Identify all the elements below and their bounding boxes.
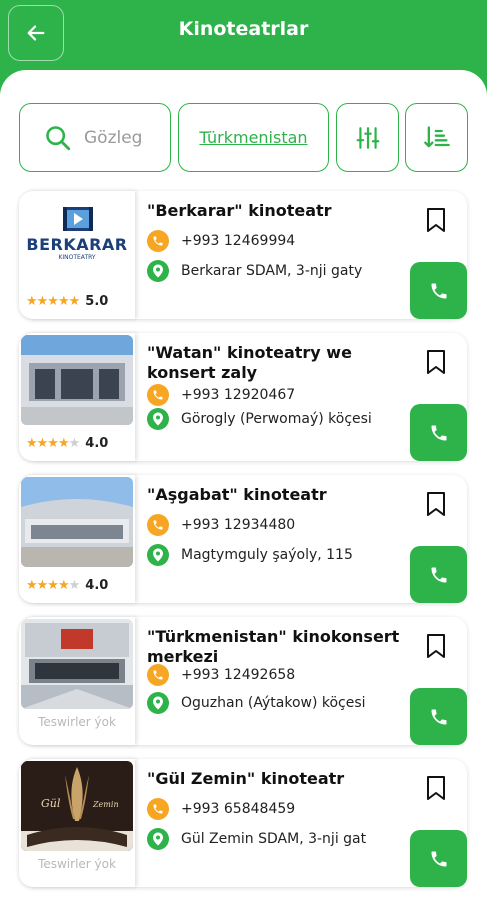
cinema-image	[21, 335, 133, 425]
address: Berkarar SDAM, 3-nji gaty	[181, 263, 363, 279]
phone-row: +993 12469994	[147, 230, 393, 252]
country-label: Türkmenistan	[199, 128, 308, 147]
cinema-card[interactable]: ★★★★ ★ 4.0 "Watan" kinoteatry we konsert …	[19, 333, 467, 461]
bookmark-icon[interactable]	[425, 349, 447, 375]
location-pin-icon	[147, 408, 169, 430]
cinema-card[interactable]: BERKARAR KINOTEATRY ★★★★★ 5.0 "Berkarar"…	[19, 191, 467, 319]
phone-icon	[147, 384, 169, 406]
phone-icon	[431, 851, 446, 866]
search-input[interactable]: Gözleg	[19, 103, 171, 172]
no-reviews-note: Teswirler ýok	[38, 857, 116, 871]
star-icon: ★★★★	[26, 578, 70, 593]
cinema-image	[21, 619, 133, 709]
search-placeholder: Gözleg	[84, 127, 143, 148]
address: Gül Zemin SDAM, 3-nji gat	[181, 831, 367, 847]
call-button[interactable]	[410, 546, 467, 603]
berkarar-logo-subtext: KINOTEATRY	[58, 254, 96, 261]
phone-row: +993 65848459	[147, 798, 393, 820]
star-empty-icon: ★	[68, 436, 81, 451]
phone-icon	[147, 514, 169, 536]
country-selector[interactable]: Türkmenistan	[178, 103, 329, 172]
cinema-thumbnail: ★★★★ ★ 4.0	[19, 333, 135, 461]
call-button[interactable]	[410, 688, 467, 745]
address-row: Magtymguly şaýoly, 115	[147, 544, 393, 566]
berkarar-logo-text: BERKARAR	[26, 235, 128, 254]
phone-icon	[431, 425, 446, 440]
phone-number[interactable]: +993 12920467	[181, 387, 295, 403]
cinema-image: Gül Zemin	[21, 761, 133, 851]
call-button[interactable]	[410, 830, 467, 887]
phone-icon	[147, 798, 169, 820]
bookmark-icon[interactable]	[425, 207, 447, 233]
address: Magtymguly şaýoly, 115	[181, 547, 353, 563]
star-empty-icon: ★	[68, 578, 81, 593]
phone-number[interactable]: +993 12469994	[181, 233, 295, 249]
address-row: Görogly (Perwomaý) köçesi	[147, 408, 393, 430]
cinema-card[interactable]: Gül Zemin Teswirler ýok "Gül Zemin" kino…	[19, 759, 467, 887]
location-pin-icon	[147, 692, 169, 714]
location-pin-icon	[147, 544, 169, 566]
bookmark-icon[interactable]	[425, 491, 447, 517]
rating-value: 4.0	[85, 578, 109, 593]
phone-row: +993 12492658	[147, 664, 393, 686]
address-row: Berkarar SDAM, 3-nji gaty	[147, 260, 393, 282]
sort-button[interactable]	[405, 103, 468, 172]
cinema-image: BERKARAR KINOTEATRY	[21, 193, 133, 283]
svg-text:Gül: Gül	[41, 797, 61, 810]
sliders-icon	[356, 126, 379, 149]
location-pin-icon	[147, 828, 169, 850]
rating: ★★★★★ 5.0	[26, 294, 108, 309]
cinema-card[interactable]: Teswirler ýok "Türkmenistan" kinokonsert…	[19, 617, 467, 745]
location-pin-icon	[147, 260, 169, 282]
phone-icon	[147, 664, 169, 686]
bookmark-icon[interactable]	[425, 775, 447, 801]
address: Görogly (Perwomaý) köçesi	[181, 411, 372, 427]
address-row: Oguzhan (Aýtakow) köçesi	[147, 692, 393, 714]
rating-value: 4.0	[85, 436, 109, 451]
page-title: Kinoteatrlar	[178, 18, 309, 40]
cinema-thumbnail: ★★★★ ★ 4.0	[19, 475, 135, 603]
rating-value: 5.0	[85, 294, 109, 309]
star-icon: ★★★★	[26, 436, 70, 451]
sort-icon	[423, 125, 450, 147]
address-row: Gül Zemin SDAM, 3-nji gat	[147, 828, 393, 850]
call-button[interactable]	[410, 262, 467, 319]
cinema-card[interactable]: ★★★★ ★ 4.0 "Aşgabat" kinoteatr +993 12934…	[19, 475, 467, 603]
phone-row: +993 12920467	[147, 384, 393, 406]
phone-icon	[431, 567, 446, 582]
phone-number[interactable]: +993 65848459	[181, 801, 295, 817]
cinema-name: "Watan" kinoteatry we konsert zaly	[147, 343, 352, 382]
search-icon	[46, 125, 71, 150]
cinema-name: "Aşgabat" kinoteatr	[147, 485, 327, 504]
cinema-name: "Türkmenistan" kinokonsert merkezi	[147, 627, 400, 666]
rating: ★★★★ ★ 4.0	[26, 436, 108, 451]
cinema-thumbnail: Teswirler ýok	[19, 617, 135, 745]
rating: ★★★★ ★ 4.0	[26, 578, 108, 593]
bookmark-icon[interactable]	[425, 633, 447, 659]
cinema-thumbnail: BERKARAR KINOTEATRY ★★★★★ 5.0	[19, 191, 135, 319]
address: Oguzhan (Aýtakow) köçesi	[181, 695, 366, 711]
svg-text:Zemin: Zemin	[92, 800, 119, 809]
phone-number[interactable]: +993 12934480	[181, 517, 295, 533]
cinema-name: "Berkarar" kinoteatr	[147, 201, 332, 220]
phone-number[interactable]: +993 12492658	[181, 667, 295, 683]
cinema-thumbnail: Gül Zemin Teswirler ýok	[19, 759, 135, 887]
filter-button[interactable]	[336, 103, 399, 172]
phone-icon	[147, 230, 169, 252]
phone-icon	[431, 709, 446, 724]
call-button[interactable]	[410, 404, 467, 461]
no-reviews-note: Teswirler ýok	[38, 715, 116, 729]
phone-icon	[431, 283, 446, 298]
phone-row: +993 12934480	[147, 514, 393, 536]
star-icon: ★★★★★	[26, 294, 80, 309]
cinema-image	[21, 477, 133, 567]
cinema-name: "Gül Zemin" kinoteatr	[147, 769, 345, 788]
